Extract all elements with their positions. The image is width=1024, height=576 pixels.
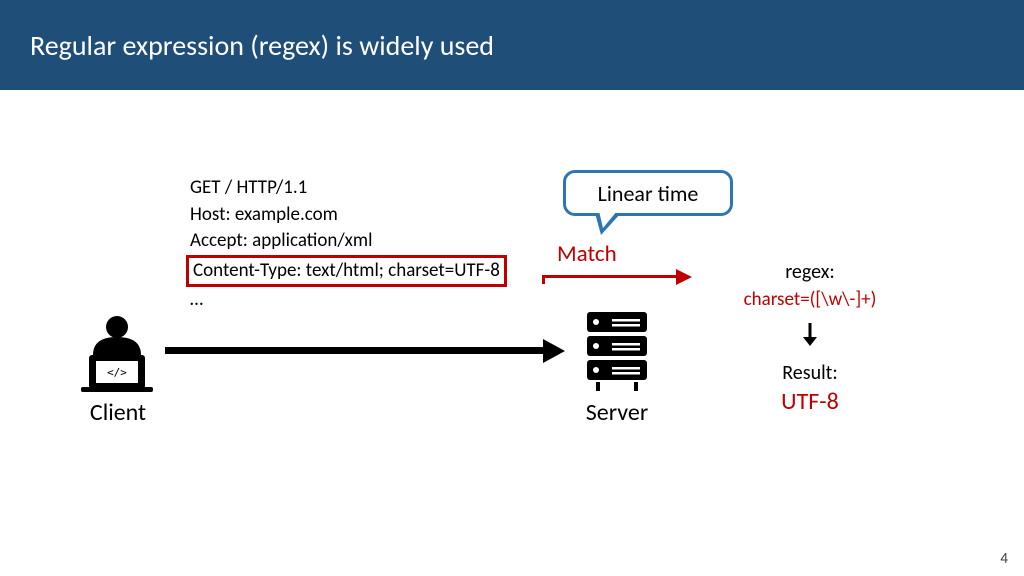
regex-block: regex: charset=([\w\-]+) Result: UTF-8 [720,260,900,416]
slide-title: Regular expression (regex) is widely use… [30,28,494,63]
svg-text:</>: </> [107,366,127,379]
slide-body: GET / HTTP/1.1 Host: example.com Accept:… [0,90,1024,576]
page-number: 4 [1000,550,1008,568]
match-arrow [542,275,692,315]
slide-header: Regular expression (regex) is widely use… [0,0,1024,90]
match-label: Match [557,240,617,268]
http-line-highlighted: Content-Type: text/html; charset=UTF-8 [186,255,507,288]
result-label: Result: [720,361,900,385]
server-icon [582,310,652,397]
bubble-text: Linear time [598,180,699,207]
client-label: Client [68,398,168,427]
http-request-block: GET / HTTP/1.1 Host: example.com Accept:… [190,175,507,314]
down-arrow-icon [720,321,900,351]
http-line-1: GET / HTTP/1.1 [190,175,507,202]
client-icon: </> [75,313,160,398]
speech-bubble: Linear time [563,170,733,216]
http-line-3: Accept: application/xml [190,228,507,255]
http-line-2: Host: example.com [190,202,507,229]
result-value: UTF-8 [720,387,900,416]
http-line-ellipsis: … [190,287,507,314]
regex-pattern: charset=([\w\-]+) [720,288,900,311]
regex-title: regex: [720,260,900,284]
request-arrow [165,346,565,356]
server-label: Server [562,398,672,427]
